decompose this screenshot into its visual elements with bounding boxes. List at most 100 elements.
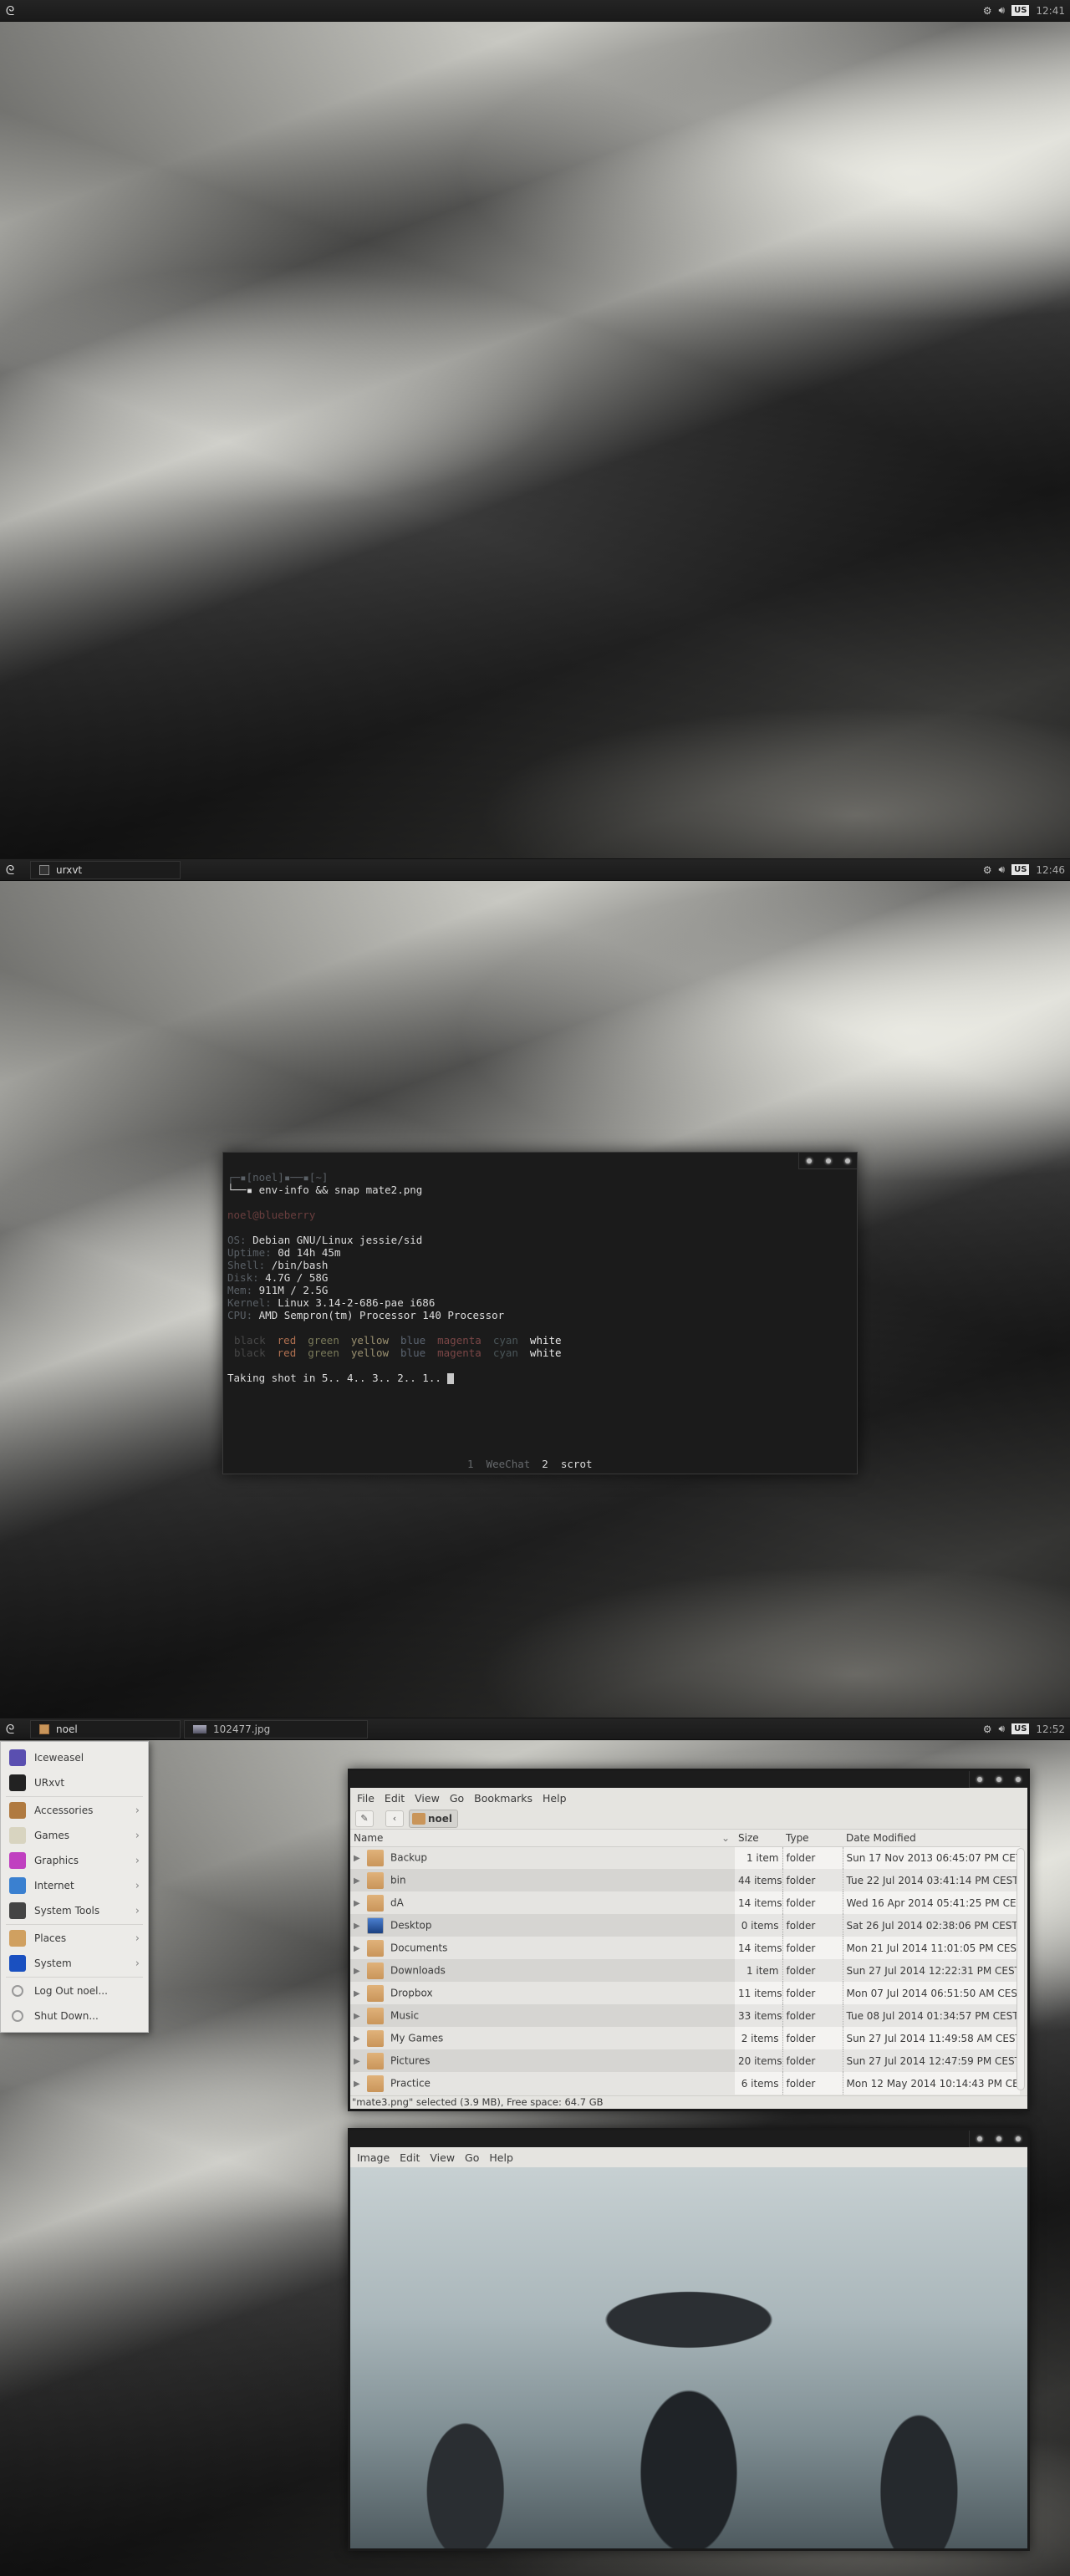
system-tools-icon [9, 1902, 26, 1919]
menu-item-shut-down[interactable]: Shut Down... [1, 2003, 148, 2029]
image-icon [193, 1724, 206, 1733]
type-cell: folder [782, 2027, 843, 2049]
taskbar-item-urxvt[interactable]: urxvt [30, 860, 181, 879]
column-date[interactable]: Date Modified [843, 1830, 1020, 1847]
breadcrumb-home[interactable]: noel [409, 1809, 459, 1828]
volume-icon[interactable]: 🔊︎ [999, 1723, 1006, 1735]
title-bar[interactable] [350, 2131, 1027, 2147]
maximize-button[interactable] [996, 1776, 1001, 1782]
menu-go[interactable]: Go [450, 1792, 464, 1805]
menu-item-log-out-noel[interactable]: Log Out noel... [1, 1978, 148, 2003]
menu-view[interactable]: View [430, 2151, 455, 2164]
close-button[interactable] [844, 1158, 850, 1163]
image-viewer-window: Image Edit View Go Help [348, 2128, 1030, 2551]
table-row[interactable]: ▶ Downloads 1 item folder Sun 27 Jul 2014… [350, 1959, 1020, 1982]
steam-icon[interactable]: ⚙ [983, 5, 992, 17]
table-row[interactable]: ▶ Backup 1 item folder Sun 17 Nov 2013 06… [350, 1846, 1020, 1869]
debian-menu-icon[interactable]: ᘓ [0, 859, 20, 881]
menu-help[interactable]: Help [489, 2151, 513, 2164]
expander-icon[interactable]: ▶ [354, 2080, 367, 2089]
menu-item-urxvt[interactable]: URxvt [1, 1770, 148, 1795]
debian-menu-icon[interactable]: ᘓ [0, 0, 20, 22]
table-row[interactable]: ▶ Pictures 20 items folder Sun 27 Jul 201… [350, 2049, 1020, 2072]
table-row[interactable]: ▶ Documents 14 items folder Mon 21 Jul 20… [350, 1937, 1020, 1959]
date-cell: Sat 26 Jul 2014 02:38:06 PM CEST [843, 1914, 1020, 1937]
expander-icon[interactable]: ▶ [354, 1876, 367, 1886]
menu-edit[interactable]: Edit [400, 2151, 420, 2164]
window-2[interactable]: 2 scrot [542, 1458, 592, 1470]
menu-view[interactable]: View [415, 1792, 440, 1805]
table-row[interactable]: ▶ dA 14 items folder Wed 16 Apr 2014 05:4… [350, 1891, 1020, 1914]
minimize-button[interactable] [976, 1776, 982, 1782]
menu-file[interactable]: File [357, 1792, 374, 1805]
table-row[interactable]: ▶ Desktop 0 items folder Sat 26 Jul 2014 … [350, 1914, 1020, 1937]
menu-item-internet[interactable]: Internet › [1, 1873, 148, 1898]
clock[interactable]: 12:41 [1036, 5, 1065, 17]
expander-icon[interactable]: ▶ [354, 2034, 367, 2044]
table-row[interactable]: ▶ bin 44 items folder Tue 22 Jul 2014 03:… [350, 1869, 1020, 1891]
expander-icon[interactable]: ▶ [354, 1944, 367, 1953]
menu-item-system-tools[interactable]: System Tools › [1, 1898, 148, 1923]
close-button[interactable] [1015, 1776, 1021, 1782]
taskbar-item-image[interactable]: 102477.jpg [184, 1719, 368, 1739]
expander-icon[interactable]: ▶ [354, 1854, 367, 1863]
expander-icon[interactable]: ▶ [354, 1989, 367, 1998]
color-sample-blue: blue [400, 1347, 426, 1359]
menu-bookmarks[interactable]: Bookmarks [474, 1792, 532, 1805]
maximize-button[interactable] [825, 1158, 831, 1163]
keyboard-layout[interactable]: US [1011, 864, 1030, 875]
back-button[interactable]: ‹ [385, 1810, 404, 1827]
folder-icon [367, 1939, 384, 1957]
volume-icon[interactable]: 🔊︎ [999, 4, 1006, 17]
date-cell: Mon 07 Jul 2014 06:51:50 AM CEST [843, 1982, 1020, 2004]
chevron-right-icon: › [135, 1932, 140, 1945]
minimize-button[interactable] [976, 2136, 982, 2141]
menu-edit[interactable]: Edit [385, 1792, 405, 1805]
scrollbar[interactable] [1016, 1848, 1025, 2090]
close-button[interactable] [1015, 2136, 1021, 2141]
menu-image[interactable]: Image [357, 2151, 390, 2164]
steam-icon[interactable]: ⚙ [983, 1723, 992, 1735]
table-row[interactable]: ▶ My Games 2 items folder Sun 27 Jul 2014… [350, 2027, 1020, 2049]
name-cell: ▶ Dropbox [350, 1982, 735, 2004]
window-buttons [798, 1153, 857, 1169]
taskbar-item-noel[interactable]: noel [30, 1719, 181, 1739]
minimize-button[interactable] [806, 1158, 812, 1163]
menu-help[interactable]: Help [543, 1792, 567, 1805]
menu-item-system[interactable]: System › [1, 1951, 148, 1976]
menu-item-games[interactable]: Games › [1, 1823, 148, 1848]
keyboard-layout[interactable]: US [1011, 1723, 1030, 1734]
type-cell: folder [782, 1937, 843, 1959]
type-cell: folder [782, 1982, 843, 2004]
displayed-image[interactable] [350, 2167, 1027, 2548]
expander-icon[interactable]: ▶ [354, 2012, 367, 2021]
steam-icon[interactable]: ⚙ [983, 864, 992, 876]
column-type[interactable]: Type [782, 1830, 843, 1847]
volume-icon[interactable]: 🔊︎ [999, 863, 1006, 876]
table-row[interactable]: ▶ Music 33 items folder Tue 08 Jul 2014 0… [350, 2004, 1020, 2027]
column-name[interactable]: Name ⌄ [350, 1830, 735, 1847]
menu-item-graphics[interactable]: Graphics › [1, 1848, 148, 1873]
size-cell: 20 items [735, 2049, 783, 2072]
window-1[interactable]: 1 WeeChat [467, 1458, 530, 1470]
title-bar[interactable] [350, 1771, 1027, 1788]
debian-menu-icon[interactable]: ᘓ [0, 1718, 20, 1740]
type-cell: folder [782, 2049, 843, 2072]
clock[interactable]: 12:46 [1036, 864, 1065, 876]
edit-location-button[interactable]: ✎ [355, 1810, 374, 1827]
menu-item-accessories[interactable]: Accessories › [1, 1798, 148, 1823]
expander-icon[interactable]: ▶ [354, 1967, 367, 1976]
expander-icon[interactable]: ▶ [354, 2057, 367, 2066]
maximize-button[interactable] [996, 2136, 1001, 2141]
table-row[interactable]: ▶ Dropbox 11 items folder Mon 07 Jul 2014… [350, 1982, 1020, 2004]
terminal-window[interactable]: ┌─▪[noel]▪──▪[~] └──▪ env-info && snap m… [222, 1152, 858, 1474]
clock[interactable]: 12:52 [1036, 1723, 1065, 1735]
column-size[interactable]: Size [735, 1830, 782, 1847]
keyboard-layout[interactable]: US [1011, 5, 1030, 16]
expander-icon[interactable]: ▶ [354, 1922, 367, 1931]
table-row[interactable]: ▶ Practice 6 items folder Mon 12 May 2014… [350, 2072, 1020, 2095]
expander-icon[interactable]: ▶ [354, 1899, 367, 1908]
menu-item-places[interactable]: Places › [1, 1926, 148, 1951]
menu-item-iceweasel[interactable]: Iceweasel [1, 1745, 148, 1770]
menu-go[interactable]: Go [465, 2151, 479, 2164]
